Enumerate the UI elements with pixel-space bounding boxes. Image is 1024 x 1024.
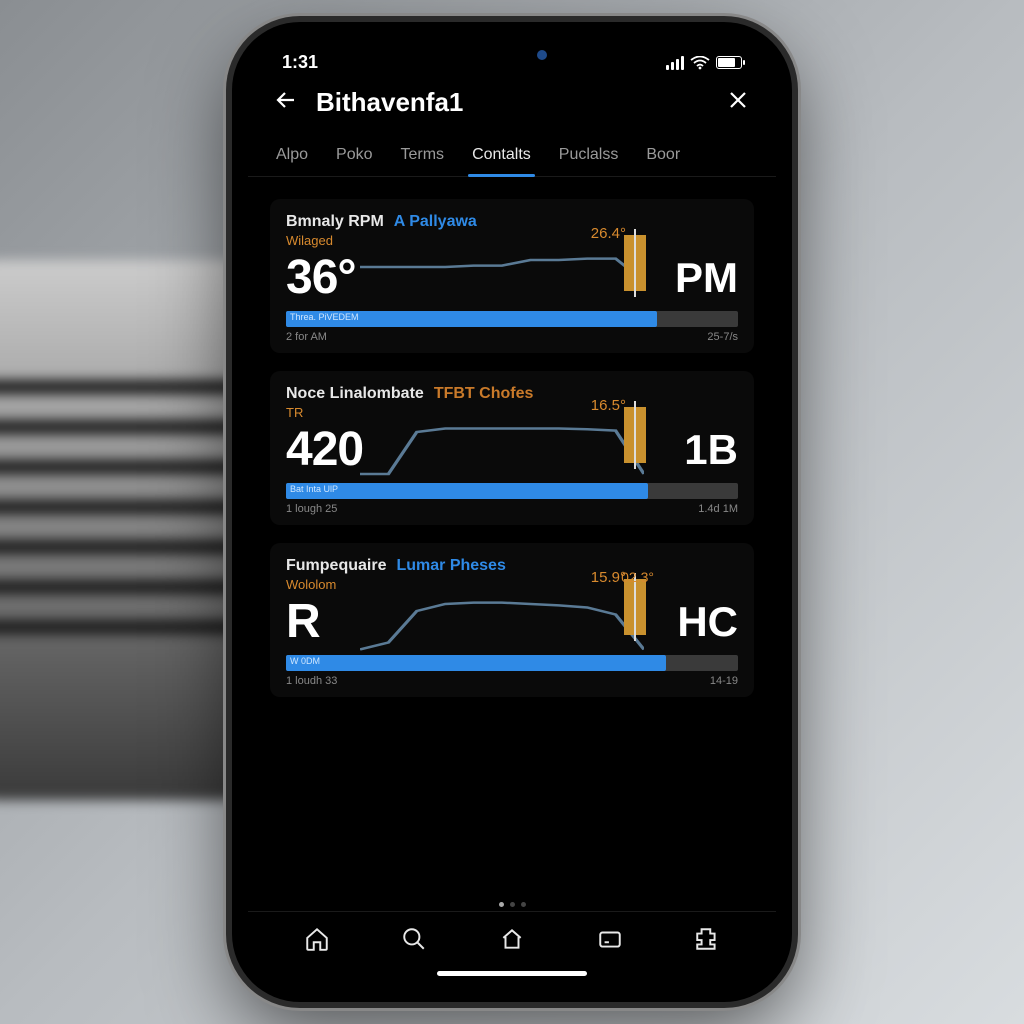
battery-icon xyxy=(716,56,742,69)
page-title: Bithavenfa1 xyxy=(316,87,708,118)
close-icon[interactable] xyxy=(726,88,750,117)
card-title-part: TFBT Chofes xyxy=(434,385,534,403)
metric-card-1[interactable]: Noce Linalombate TFBT Chofes TR 420 1B 16.5° B… xyxy=(270,371,754,525)
card-sublabel: Wololom xyxy=(286,577,738,592)
peak-value-2: 02.3° xyxy=(621,569,654,585)
nav-card-icon[interactable] xyxy=(597,926,623,957)
cards-container[interactable]: Bmnaly RPM A Pallyawa Wilaged 36° PM 26.4° Thr… xyxy=(248,177,776,898)
progress-track[interactable]: Bat Inta UlP xyxy=(286,483,738,499)
metric-unit: PM xyxy=(675,254,738,302)
peak-value: 16.5° xyxy=(591,397,626,414)
notch xyxy=(412,38,612,72)
metric-card-2[interactable]: FumpequaireLumar PhesesWololomRHC15.9°02… xyxy=(270,543,754,697)
metric-card-0[interactable]: Bmnaly RPM A Pallyawa Wilaged 36° PM 26.4° Thr… xyxy=(270,199,754,353)
tab-alpo[interactable]: Alpo xyxy=(262,136,322,176)
wifi-icon xyxy=(690,56,710,70)
status-time: 1:31 xyxy=(282,52,318,73)
page-dots xyxy=(248,898,776,911)
tab-contalts[interactable]: Contalts xyxy=(458,136,545,176)
card-title-part: Bmnaly RPM xyxy=(286,213,384,231)
metric-value: 36° xyxy=(286,250,356,305)
nav-house-icon[interactable] xyxy=(499,926,525,957)
tab-terms[interactable]: Terms xyxy=(387,136,459,176)
tab-boor[interactable]: Boor xyxy=(632,136,694,176)
track-label: Bat Inta UlP xyxy=(290,484,338,494)
metric-unit: HC xyxy=(677,598,738,646)
track-label: Threa. PiVEDEM xyxy=(290,312,359,322)
tabs: AlpoPokoTermsContaltsPuclalssBoor xyxy=(248,136,776,177)
metric-unit: 1B xyxy=(684,426,738,474)
tab-puclalss[interactable]: Puclalss xyxy=(545,136,633,176)
card-title-part: Fumpequaire xyxy=(286,557,386,575)
card-title-part: Lumar Pheses xyxy=(396,557,505,575)
card-sublabel: TR xyxy=(286,405,738,420)
phone-frame: 1:31 Bithavenfa1 AlpoPokoTermsContaltsPu… xyxy=(232,22,792,1002)
cellular-icon xyxy=(666,56,684,70)
nav-extension-icon[interactable] xyxy=(694,926,720,957)
nav-home-icon[interactable] xyxy=(304,926,330,957)
tab-poko[interactable]: Poko xyxy=(322,136,386,176)
metric-value: R xyxy=(286,594,320,649)
axis-labels: 2 for AM25-7/s xyxy=(286,331,738,343)
axis-labels: 1 loudh 3314-19 xyxy=(286,675,738,687)
back-icon[interactable] xyxy=(274,88,298,117)
peak-value: 26.4° xyxy=(591,225,626,242)
track-label: W 0DM xyxy=(290,656,320,666)
header: Bithavenfa1 xyxy=(248,79,776,136)
progress-track[interactable]: W 0DM xyxy=(286,655,738,671)
card-sublabel: Wilaged xyxy=(286,233,738,248)
home-indicator[interactable] xyxy=(437,971,587,976)
nav-search-icon[interactable] xyxy=(401,926,427,957)
progress-track[interactable]: Threa. PiVEDEM xyxy=(286,311,738,327)
axis-labels: 1 lough 251.4d 1M xyxy=(286,503,738,515)
bottom-nav xyxy=(248,911,776,965)
card-title-part: Noce Linalombate xyxy=(286,385,424,403)
card-title-part: A Pallyawa xyxy=(394,213,477,231)
metric-value: 420 xyxy=(286,422,363,477)
screen: 1:31 Bithavenfa1 AlpoPokoTermsContaltsPu… xyxy=(248,38,776,986)
